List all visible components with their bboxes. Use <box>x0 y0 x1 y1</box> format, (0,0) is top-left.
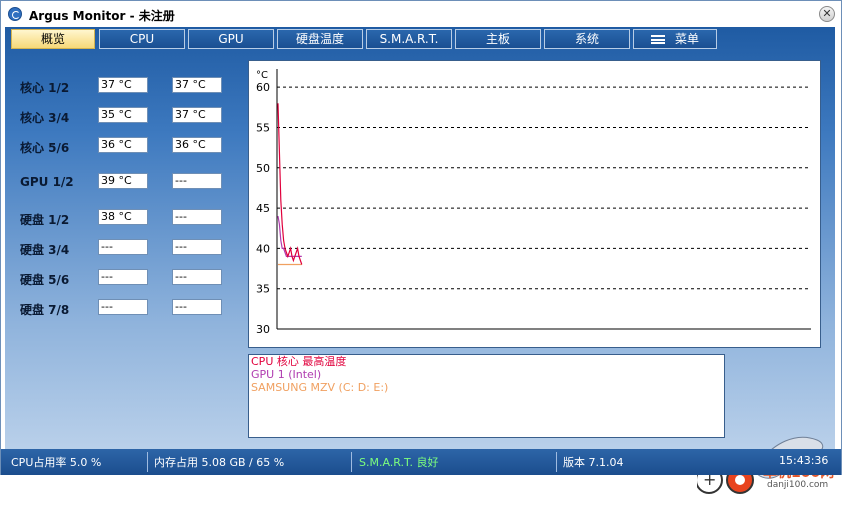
hamburger-menu-icon <box>650 35 665 44</box>
temperature-chart[interactable]: °C 60 55 50 45 40 35 30 <box>248 60 821 348</box>
clock: 15:43:36 <box>779 454 829 467</box>
tab-gpu[interactable]: GPU <box>188 29 274 49</box>
tab-overview[interactable]: 概览 <box>11 29 95 49</box>
y-tick-label: 60 <box>256 81 270 94</box>
close-button[interactable]: ✕ <box>819 6 835 22</box>
temp-value: --- <box>172 269 222 285</box>
y-tick-label: 40 <box>256 242 270 255</box>
divider <box>556 452 557 472</box>
temp-value: --- <box>172 299 222 315</box>
temp-value: --- <box>172 173 222 189</box>
tab-smart[interactable]: S.M.A.R.T. <box>366 29 452 49</box>
divider <box>351 452 352 472</box>
temp-value: 37 °C <box>98 77 148 93</box>
tab-cpu[interactable]: CPU <box>99 29 185 49</box>
temp-value: 37 °C <box>172 77 222 93</box>
temp-value: 38 °C <box>98 209 148 225</box>
temp-value: 36 °C <box>172 137 222 153</box>
smart-status: S.M.A.R.T. 良好 <box>359 456 439 469</box>
row-label: 硬盘 3/4 <box>20 243 70 257</box>
temp-value: --- <box>172 209 222 225</box>
row-label: 核心 3/4 <box>20 111 70 125</box>
window-title: Argus Monitor - 未注册 <box>29 9 175 23</box>
temp-value: --- <box>172 239 222 255</box>
row-label: 硬盘 1/2 <box>20 213 70 227</box>
y-tick-label: 30 <box>256 323 270 336</box>
y-tick-label: 35 <box>256 283 270 296</box>
chart-legend: CPU 核心 最高温度 GPU 1 (Intel) SAMSUNG MZV (C… <box>248 354 725 438</box>
temp-value: --- <box>98 299 148 315</box>
status-bar: CPU占用率 5.0 % 内存占用 5.08 GB / 65 % S.M.A.R… <box>1 449 841 475</box>
memory-usage: 内存占用 5.08 GB / 65 % <box>154 456 285 469</box>
temp-value: 37 °C <box>172 107 222 123</box>
legend-cpu: CPU 核心 最高温度 <box>251 355 347 368</box>
title-bar[interactable]: Argus Monitor - 未注册 ✕ <box>1 1 841 27</box>
temp-value: 35 °C <box>98 107 148 123</box>
watermark-sub: danji100.com <box>767 480 829 490</box>
legend-disk: SAMSUNG MZV (C: D: E:) <box>251 381 389 394</box>
y-axis-unit-label: °C <box>256 70 268 81</box>
legend-gpu: GPU 1 (Intel) <box>251 368 322 381</box>
tab-system[interactable]: 系统 <box>544 29 630 49</box>
row-label: 核心 5/6 <box>20 141 70 155</box>
row-label: 核心 1/2 <box>20 81 70 95</box>
row-label: 硬盘 5/6 <box>20 273 70 287</box>
temp-value: 39 °C <box>98 173 148 189</box>
app-logo-icon <box>8 7 22 21</box>
temp-value: --- <box>98 269 148 285</box>
temp-value: 36 °C <box>98 137 148 153</box>
cpu-usage: CPU占用率 5.0 % <box>11 456 102 469</box>
y-tick-label: 55 <box>256 121 270 134</box>
row-label: GPU 1/2 <box>20 175 74 189</box>
y-tick-label: 45 <box>256 202 270 215</box>
row-label: 硬盘 7/8 <box>20 303 70 317</box>
temp-value: --- <box>98 239 148 255</box>
y-tick-label: 50 <box>256 162 270 175</box>
chart-canvas: °C60 55 50 45 40 35 30 <box>256 69 811 336</box>
tab-menu-label: 菜单 <box>674 32 699 46</box>
divider <box>147 452 148 472</box>
tab-disk-temp[interactable]: 硬盘温度 <box>277 29 363 49</box>
tab-mainboard[interactable]: 主板 <box>455 29 541 49</box>
app-window: Argus Monitor - 未注册 ✕ 概览 CPU GPU 硬盘温度 S.… <box>0 0 842 494</box>
version: 版本 7.1.04 <box>563 456 624 469</box>
main-panel: 概览 CPU GPU 硬盘温度 S.M.A.R.T. 主板 系统 菜单 核心 1… <box>5 27 835 494</box>
tab-menu[interactable]: 菜单 <box>633 29 717 49</box>
